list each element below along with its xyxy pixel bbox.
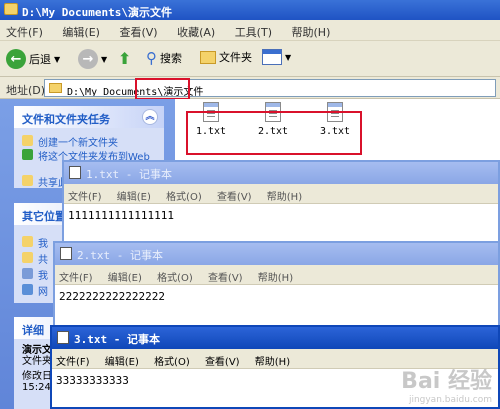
notepad-title: 3.txt - 记事本 (74, 333, 160, 346)
menu-file[interactable]: 文件(F) (56, 357, 90, 368)
notepad-text-area[interactable]: 2222222222222222 (55, 285, 498, 303)
chevron-down-icon: ▼ (54, 54, 61, 64)
watermark-url: jingyan.baidu.com (408, 395, 492, 405)
search-button[interactable]: ⚲ 搜索 (146, 49, 182, 67)
menu-view[interactable]: 查看(V) (217, 192, 252, 203)
folder-icon (200, 50, 216, 64)
file-tasks-title: 文件和文件夹任务 (22, 113, 110, 126)
place-label: 我 (38, 239, 48, 250)
views-button[interactable]: ▼ (262, 49, 291, 65)
place-label: 我 (38, 271, 48, 282)
other-places-title: 其它位置 (22, 210, 66, 223)
up-folder-button[interactable]: ⬆ (118, 49, 131, 68)
folder-icon (22, 236, 33, 247)
menu-view[interactable]: 查看(V) (119, 26, 157, 39)
notepad-title: 1.txt - 记事本 (86, 168, 172, 181)
menu-edit[interactable]: 编辑(E) (117, 192, 151, 203)
chevron-down-icon: ▼ (285, 52, 292, 62)
menu-edit[interactable]: 编辑(E) (62, 26, 100, 39)
task-label: 创建一个新文件夹 (38, 138, 118, 148)
menu-edit[interactable]: 编辑(E) (108, 273, 142, 284)
folder-icon (22, 252, 33, 263)
menu-help[interactable]: 帮助(H) (255, 357, 290, 368)
up-arrow-icon: ⬆ (118, 49, 132, 68)
new-folder-icon (22, 135, 33, 146)
menu-view[interactable]: 查看(V) (208, 273, 243, 284)
views-icon (262, 49, 282, 65)
place-label: 共 (38, 255, 48, 266)
baidu-watermark-logo: Bai 经验 jingyan.baidu.com (401, 363, 492, 405)
explorer-title: D:\My Documents\演示文件 (22, 6, 172, 19)
menu-view[interactable]: 查看(V) (205, 357, 240, 368)
notepad-window-1: 1.txt - 记事本 文件(F) 编辑(E) 格式(O) 查看(V) 帮助(H… (62, 160, 500, 250)
back-label: 后退 (29, 53, 51, 66)
search-icon: ⚲ (146, 49, 157, 67)
notepad-icon (57, 331, 69, 344)
explorer-title-bar: D:\My Documents\演示文件 (0, 0, 500, 20)
notepad-title-bar[interactable]: 1.txt - 记事本 (64, 162, 498, 184)
collapse-chevron-icon[interactable]: ︽ (142, 109, 158, 125)
notepad-text-area[interactable]: 1111111111111111 (64, 204, 498, 222)
notepad-content: 33333333333 (56, 374, 129, 387)
highlight-box-address (135, 78, 190, 100)
back-arrow-icon: ← (6, 49, 26, 69)
share-folder-icon (22, 175, 33, 186)
menu-help[interactable]: 帮助(H) (292, 26, 331, 39)
menu-file[interactable]: 文件(F) (59, 273, 93, 284)
menu-help[interactable]: 帮助(H) (258, 273, 293, 284)
notepad-icon (60, 247, 72, 260)
menu-favorites[interactable]: 收藏(A) (177, 26, 215, 39)
task-new-folder[interactable]: 创建一个新文件夹 (14, 134, 164, 148)
menu-file[interactable]: 文件(F) (68, 192, 102, 203)
notepad-icon (69, 166, 81, 179)
notepad-menu-bar: 文件(F) 编辑(E) 格式(O) 查看(V) 帮助(H) (64, 184, 498, 204)
notepad-content: 2222222222222222 (59, 290, 165, 303)
menu-tools[interactable]: 工具(T) (235, 26, 272, 39)
watermark-brand: Bai 经验 (401, 369, 492, 394)
chevron-down-icon: ▼ (101, 54, 108, 64)
back-button[interactable]: ← 后退 ▼ (6, 49, 60, 69)
notepad-title: 2.txt - 记事本 (77, 249, 163, 262)
forward-button[interactable]: → ▼ (78, 49, 107, 69)
address-label: 地址(D) (6, 84, 46, 97)
highlight-box-files (186, 111, 362, 155)
folders-button[interactable]: 文件夹 (200, 49, 252, 65)
publish-globe-icon (22, 149, 33, 160)
forward-arrow-icon: → (78, 49, 98, 69)
menu-edit[interactable]: 编辑(E) (105, 357, 139, 368)
notepad-title-bar[interactable]: 3.txt - 记事本 (52, 327, 498, 349)
menu-format[interactable]: 格式(O) (157, 273, 193, 284)
folder-icon (49, 83, 62, 93)
file-tasks-header[interactable]: 文件和文件夹任务 ︽ (14, 106, 164, 128)
details-title: 详细 (22, 324, 44, 337)
folder-icon (4, 3, 18, 15)
menu-format[interactable]: 格式(O) (154, 357, 190, 368)
place-label: 网 (38, 287, 48, 298)
notepad-content: 1111111111111111 (68, 209, 174, 222)
address-bar: 地址(D) D:\My Documents\演示文件 (0, 77, 500, 99)
network-icon (22, 284, 33, 295)
search-label: 搜索 (160, 52, 182, 65)
menu-file[interactable]: 文件(F) (6, 26, 43, 39)
menu-format[interactable]: 格式(O) (166, 192, 202, 203)
notepad-menu-bar: 文件(F) 编辑(E) 格式(O) 查看(V) 帮助(H) (55, 265, 498, 285)
menu-help[interactable]: 帮助(H) (267, 192, 302, 203)
folders-label: 文件夹 (219, 51, 252, 64)
explorer-toolbar: ← 后退 ▼ → ▼ ⬆ ⚲ 搜索 文件夹 ▼ (0, 41, 500, 77)
address-input[interactable]: D:\My Documents\演示文件 (44, 79, 496, 97)
explorer-menu-bar: 文件(F) 编辑(E) 查看(V) 收藏(A) 工具(T) 帮助(H) (0, 20, 500, 41)
notepad-title-bar[interactable]: 2.txt - 记事本 (55, 243, 498, 265)
computer-icon (22, 268, 33, 279)
